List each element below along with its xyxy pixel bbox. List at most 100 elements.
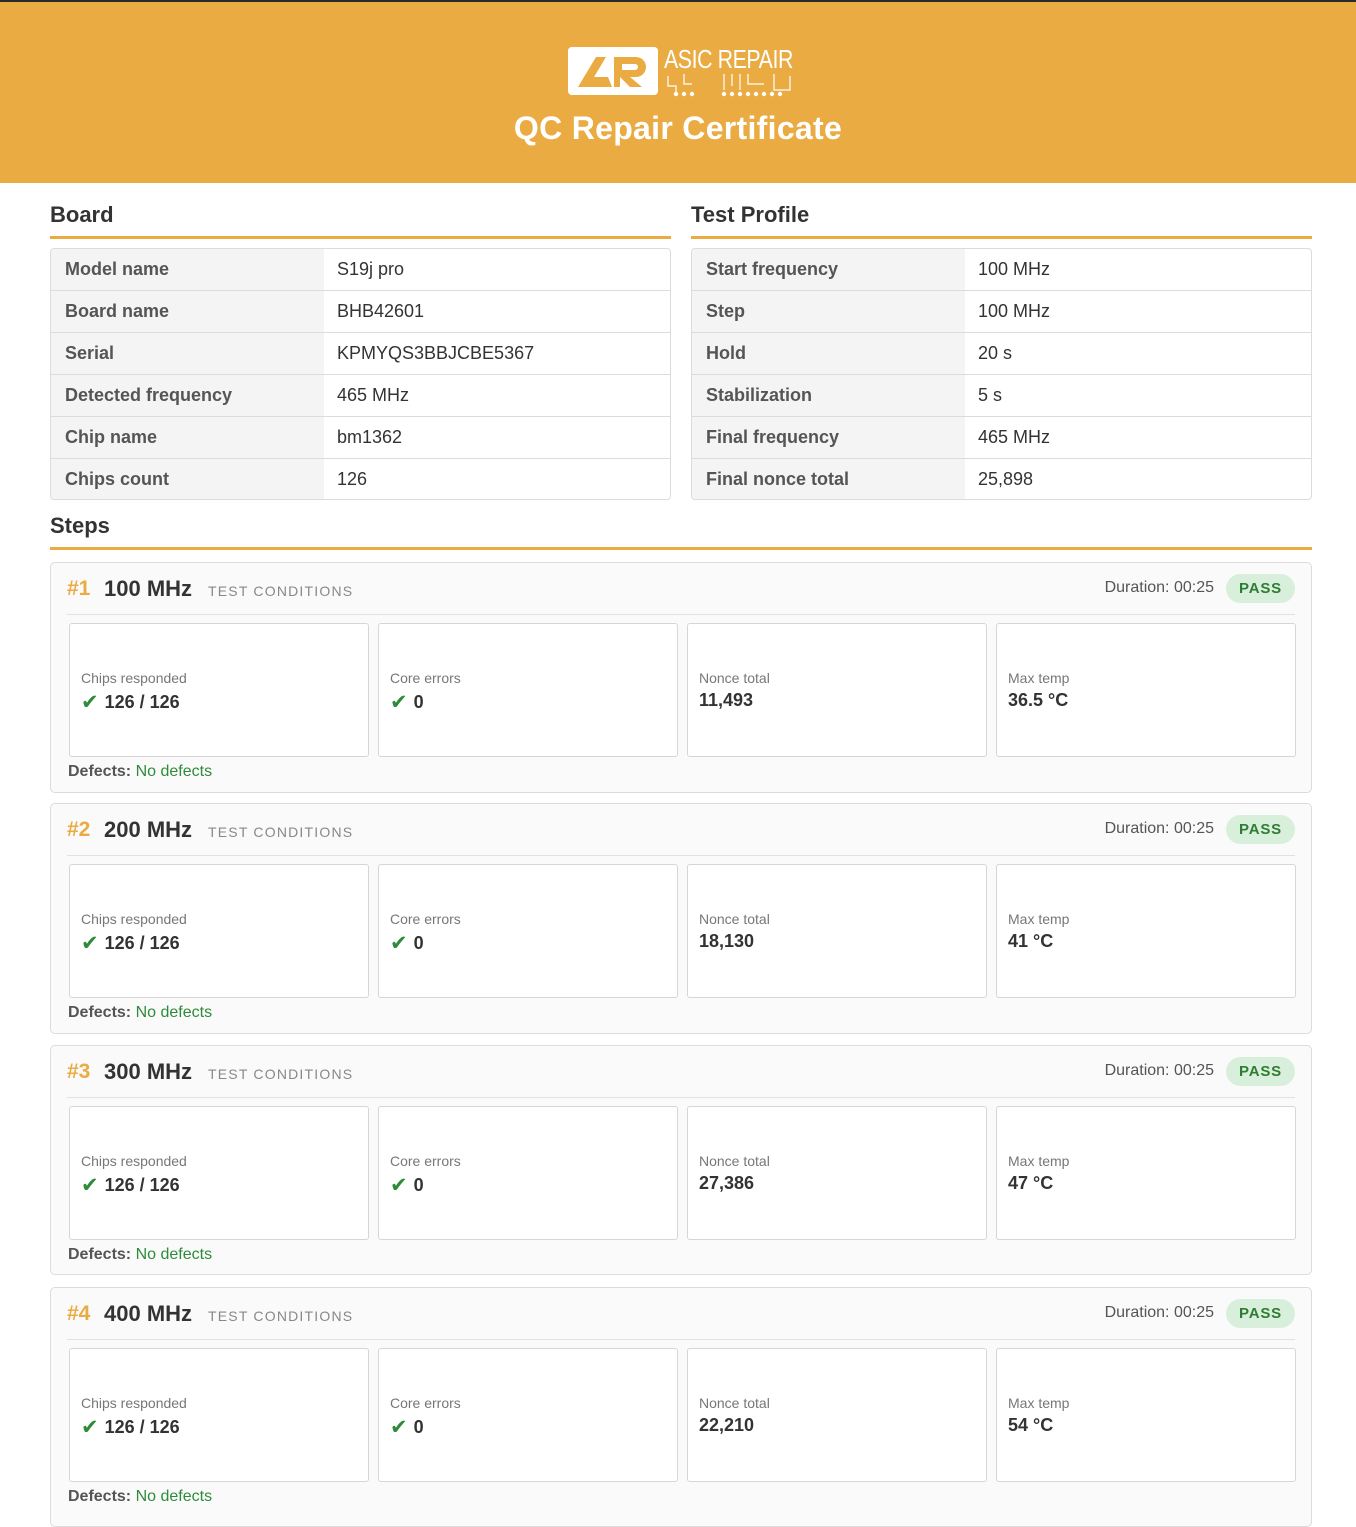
nonce-total-value: 27,386 [699,1173,754,1194]
status-badge: PASS [1226,574,1295,603]
core-errors-label: Core errors [390,1395,461,1411]
test-profile-row-label: Final nonce total [692,459,965,499]
step-header-divider [67,1339,1295,1340]
check-icon: ✔ [390,1174,408,1197]
duration-label: Duration: [1104,1304,1170,1321]
core-errors-value-text: 0 [413,1175,424,1195]
defects-line: Defects: No defects [68,1004,212,1022]
core-errors-value-text: 0 [413,692,424,712]
step-number: #4 [67,1302,91,1325]
check-icon: ✔ [81,1416,99,1439]
board-row: Model name S19j pro [51,249,670,291]
board-row-label: Serial [51,333,324,374]
core-errors-value-text: 0 [413,1417,424,1437]
board-section-title: Board [50,202,114,227]
nonce-total-value-text: 18,130 [699,931,755,951]
board-row-value: S19j pro [337,259,405,279]
duration-label: Duration: [1104,1062,1170,1079]
test-profile-row-label: Stabilization [692,375,965,416]
max-temp-card: Max temp 41 °C [996,864,1296,998]
check-icon: ✔ [81,1174,99,1197]
step-card: #4 400 MHz TEST CONDITIONS Duration: 00:25 P… [50,1287,1312,1527]
test-profile-section-title: Test Profile [691,202,810,227]
board-row-label: Chips count [51,459,324,499]
test-profile-row-label: Start frequency [692,249,965,290]
test-conditions-label: TEST CONDITIONS [208,1308,354,1324]
status-badge: PASS [1226,815,1295,844]
max-temp-label: Max temp [1008,1153,1070,1169]
chips-responded-label: Chips responded [81,670,187,686]
chips-responded-label: Chips responded [81,911,187,927]
nonce-total-label: Nonce total [699,1395,770,1411]
step-card: #1 100 MHz TEST CONDITIONS Duration: 00:25 P… [50,562,1312,793]
test-profile-row-value: 20 s [978,343,1013,363]
check-icon: ✔ [81,691,99,714]
max-temp-label: Max temp [1008,911,1070,927]
defects-line: Defects: No defects [68,1488,212,1506]
core-errors-card: Core errors ✔ 0 [378,1348,678,1482]
step-frequency: 100 MHz [104,576,193,601]
chips-responded-value-text: 126 / 126 [104,1175,180,1195]
core-errors-label: Core errors [390,670,461,686]
core-errors-card: Core errors ✔ 0 [378,1106,678,1240]
test-profile-row: Final nonce total 25,898 [692,459,1311,499]
duration-value: 00:25 [1173,579,1214,596]
defects-label: Defects: [68,763,132,780]
certificate-header: ASIC REPAIR QC Repair Certificate [0,0,1356,183]
check-icon: ✔ [390,1416,408,1439]
board-row-label: Chip name [51,417,324,458]
step-header: #4 400 MHz TEST CONDITIONS Duration: 00:25 P… [51,1288,1311,1340]
core-errors-card: Core errors ✔ 0 [378,623,678,757]
core-errors-card: Core errors ✔ 0 [378,864,678,998]
nonce-total-value-text: 27,386 [699,1173,755,1193]
max-temp-card: Max temp 47 °C [996,1106,1296,1240]
nonce-total-value-text: 11,493 [699,690,754,710]
chips-responded-card: Chips responded ✔ 126 / 126 [69,1106,369,1240]
page-title: QC Repair Certificate [513,110,843,146]
test-profile-row: Start frequency 100 MHz [692,249,1311,291]
duration-value: 00:25 [1173,1304,1214,1321]
test-conditions-label: TEST CONDITIONS [208,583,354,599]
chips-responded-card: Chips responded ✔ 126 / 126 [69,864,369,998]
board-row-value: 465 MHz [337,385,410,405]
test-profile-row-label: Final frequency [692,417,965,458]
step-header-divider [67,855,1295,856]
nonce-total-card: Nonce total 11,493 [687,623,987,757]
test-profile-row: Final frequency 465 MHz [692,417,1311,459]
board-row-label: Board name [51,291,324,332]
board-row: Chip name bm1362 [51,417,670,459]
steps-section-title: Steps [50,513,110,538]
chips-responded-label: Chips responded [81,1153,187,1169]
defects-line: Defects: No defects [68,763,212,781]
chips-responded-card: Chips responded ✔ 126 / 126 [69,623,369,757]
core-errors-value: ✔ 0 [390,1173,424,1198]
max-temp-value: 54 °C [1008,1415,1053,1436]
nonce-total-value-text: 22,210 [699,1415,755,1435]
step-number: #2 [67,818,91,841]
chips-responded-value-text: 126 / 126 [104,692,180,712]
defects-line: Defects: No defects [68,1246,212,1264]
duration-label: Duration: [1104,820,1170,837]
core-errors-value: ✔ 0 [390,1415,424,1440]
circuit-trace-icon [667,74,791,97]
chips-responded-value: ✔ 126 / 126 [81,931,180,956]
max-temp-value: 41 °C [1008,931,1053,952]
step-number: #3 [67,1060,91,1083]
test-profile-row-value: 100 MHz [978,259,1051,279]
test-profile-row-label: Hold [692,333,965,374]
check-icon: ✔ [390,932,408,955]
step-header-divider [67,614,1295,615]
chips-responded-label: Chips responded [81,1395,187,1411]
duration-value: 00:25 [1173,820,1214,837]
test-profile-row-value: 465 MHz [978,427,1051,447]
defects-value: No defects [135,763,213,780]
defects-label: Defects: [68,1488,132,1505]
board-row-value: KPMYQS3BBJCBE5367 [337,343,535,363]
defects-label: Defects: [68,1246,132,1263]
board-row: Detected frequency 465 MHz [51,375,670,417]
core-errors-value: ✔ 0 [390,931,424,956]
core-errors-label: Core errors [390,1153,461,1169]
steps-section-divider [50,547,1312,550]
ar-logo-icon [568,47,658,95]
core-errors-label: Core errors [390,911,461,927]
